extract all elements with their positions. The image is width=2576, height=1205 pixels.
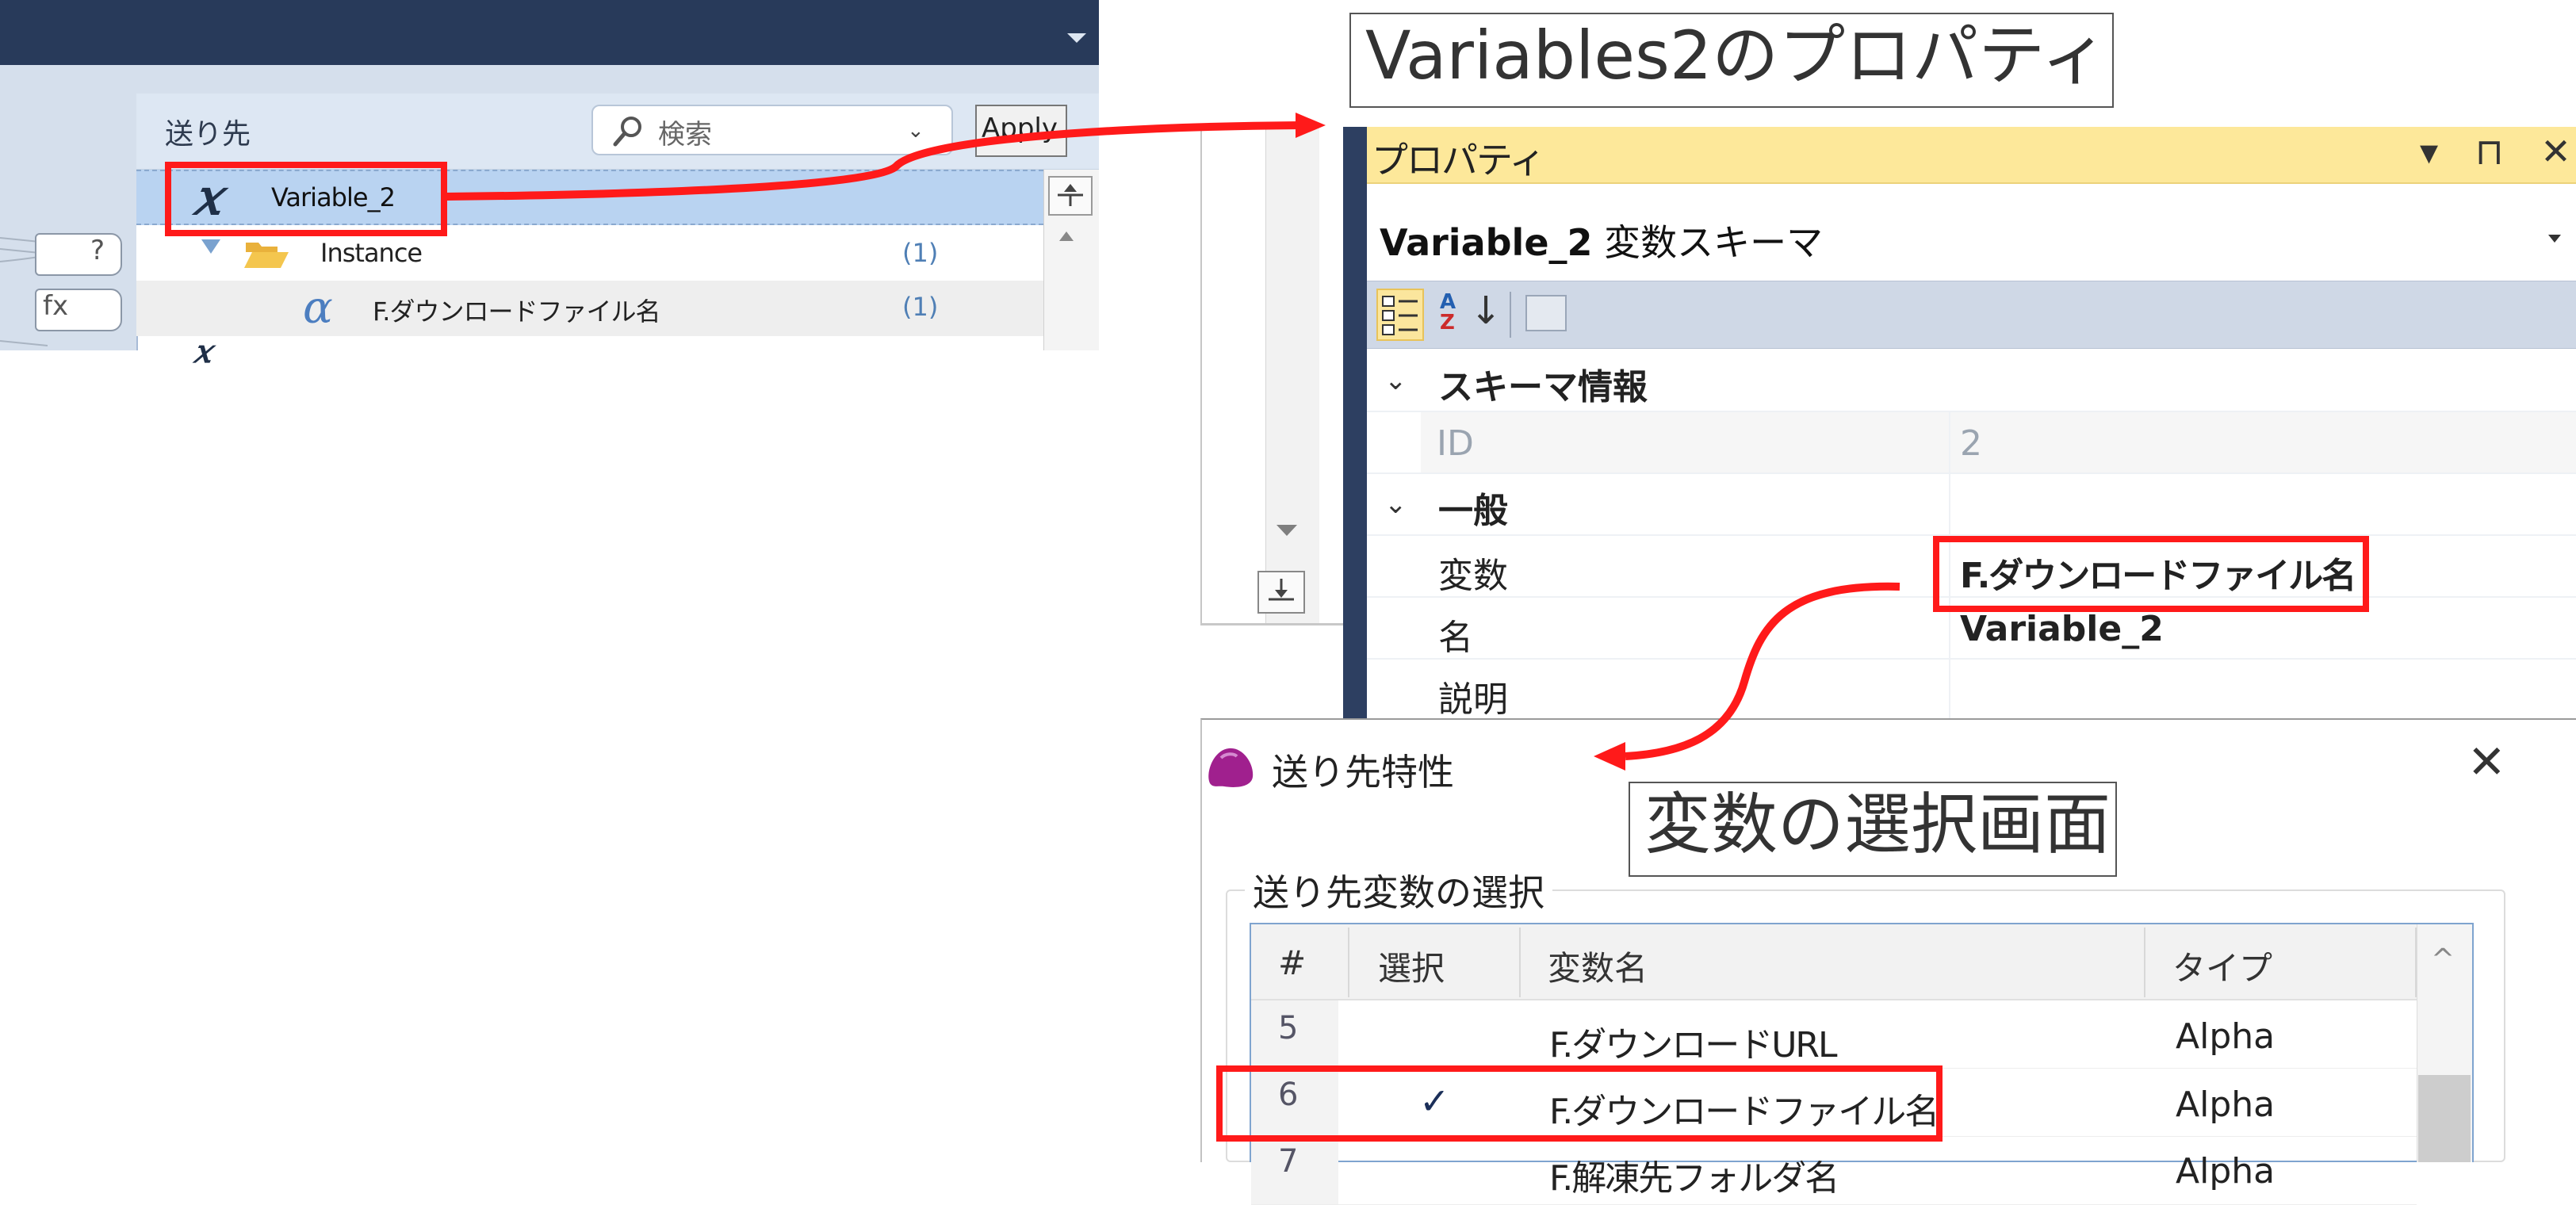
destination-label: 送り先 bbox=[165, 118, 251, 151]
unknown-input-tag[interactable]: ? bbox=[35, 233, 122, 276]
window-controls[interactable]: ▾ ⊓ ✕ bbox=[2420, 130, 2576, 173]
row-number: 7 bbox=[1278, 1143, 1299, 1180]
column-header-number[interactable]: # bbox=[1278, 943, 1306, 982]
tree-item-count: (1) bbox=[902, 292, 939, 322]
category-row-general[interactable]: ⌄ 一般 bbox=[1367, 474, 2576, 536]
close-icon[interactable]: ✕ bbox=[2467, 739, 2506, 785]
dock-strip bbox=[1343, 127, 1367, 720]
panel-menu-icon[interactable] bbox=[1067, 33, 1086, 43]
property-value: Variable_2 bbox=[1960, 609, 2164, 649]
alpha-type-icon: α bbox=[303, 282, 333, 334]
column-separator bbox=[2144, 928, 2145, 997]
scroll-to-bottom-button[interactable] bbox=[1257, 571, 1305, 614]
panel-titlebar bbox=[0, 0, 1099, 65]
category-label: スキーマ情報 bbox=[1438, 367, 1648, 407]
dialog-title: 送り先特性 bbox=[1272, 751, 1454, 794]
scroll-up-arrow-icon[interactable] bbox=[1059, 231, 1074, 241]
property-name: 名 bbox=[1438, 618, 1473, 658]
tree-item-count: (1) bbox=[902, 238, 939, 268]
chevron-down-icon[interactable]: ⌄ bbox=[1384, 365, 1407, 396]
search-icon bbox=[613, 117, 641, 147]
search-input[interactable] bbox=[591, 105, 953, 155]
expand-triangle-icon[interactable] bbox=[201, 239, 220, 254]
variable-name-cell: F.ダウンロードURL bbox=[1549, 1025, 1838, 1065]
type-cell: Alpha bbox=[2176, 1084, 2276, 1125]
property-name: ID bbox=[1437, 423, 1474, 464]
highlight-box-variable-2 bbox=[165, 162, 447, 236]
apply-button[interactable]: Apply bbox=[975, 105, 1067, 157]
group-label: 送り先変数の選択 bbox=[1245, 864, 1552, 916]
row-number: 5 bbox=[1278, 1010, 1299, 1046]
function-tag[interactable]: fx bbox=[35, 289, 122, 331]
categorized-icon bbox=[1382, 296, 1418, 335]
properties-titlebar bbox=[1367, 127, 2576, 184]
column-separator bbox=[1348, 928, 1349, 997]
dialog-app-icon bbox=[1208, 748, 1254, 787]
property-name: 説明 bbox=[1438, 679, 1508, 720]
scroll-down-arrow-icon[interactable] bbox=[1277, 525, 1297, 536]
scroll-up-icon[interactable]: ^ bbox=[2431, 943, 2455, 976]
property-pages-icon[interactable] bbox=[1525, 295, 1567, 331]
chevron-down-icon[interactable]: ⌄ bbox=[1384, 488, 1407, 520]
column-header-select[interactable]: 選択 bbox=[1378, 942, 1445, 990]
property-row-id[interactable]: ID 2 bbox=[1367, 412, 2576, 474]
chevron-down-icon[interactable] bbox=[2548, 235, 2561, 243]
tree-item-label: F.ダウンロードファイル名 bbox=[373, 296, 660, 327]
scroll-top-icon bbox=[1058, 184, 1083, 206]
tree-item-label: Instance bbox=[320, 238, 423, 268]
open-folder-icon bbox=[244, 243, 289, 268]
column-separator bbox=[1519, 928, 1521, 997]
highlight-box-variable-value bbox=[1933, 536, 2369, 612]
sort-arrow-icon: ↓ bbox=[1470, 289, 1502, 333]
column-header-variable-name[interactable]: 変数名 bbox=[1548, 942, 1648, 990]
highlight-box-selected-row bbox=[1216, 1065, 1943, 1142]
type-cell: Alpha bbox=[2176, 1151, 2276, 1192]
properties-title: プロパティ bbox=[1372, 139, 1545, 182]
scroll-bottom-icon bbox=[1269, 579, 1294, 601]
scrollbar-thumb[interactable] bbox=[2418, 1075, 2471, 1162]
category-label: 一般 bbox=[1438, 491, 1508, 531]
object-selector-text: Variable_2 変数スキーマ bbox=[1380, 214, 1823, 266]
canvas-scrollbar[interactable] bbox=[1265, 127, 1319, 623]
object-name: Variable_2 bbox=[1380, 221, 1593, 264]
type-cell: Alpha bbox=[2176, 1016, 2276, 1057]
sort-letter-a: A bbox=[1440, 290, 1456, 314]
search-dropdown-icon[interactable]: ⌄ bbox=[907, 119, 924, 143]
scroll-to-top-button[interactable] bbox=[1048, 176, 1093, 216]
property-name: 変数 bbox=[1438, 556, 1508, 596]
divider bbox=[1200, 623, 1343, 625]
object-type: 変数スキーマ bbox=[1604, 221, 1824, 264]
variable-name-cell: F.解凍先フォルダ名 bbox=[1549, 1158, 1839, 1199]
categorized-view-button[interactable] bbox=[1376, 289, 1424, 341]
variable-icon: 𝑥 bbox=[193, 333, 212, 370]
toolbar-separator bbox=[1510, 292, 1511, 338]
category-row-schema[interactable]: ⌄ スキーマ情報 bbox=[1367, 350, 2576, 412]
search-placeholder: 検索 bbox=[658, 119, 712, 151]
property-value: 2 bbox=[1960, 423, 1982, 464]
column-header-type[interactable]: タイプ bbox=[2172, 942, 2272, 990]
caption-properties: Variables2のプロパティ bbox=[1349, 13, 2114, 108]
property-row-description[interactable]: 説明 bbox=[1367, 660, 2576, 721]
alphabetical-sort-icon[interactable]: A Z bbox=[1440, 292, 1456, 333]
sort-letter-z: Z bbox=[1440, 311, 1455, 335]
caption-selection-screen: 変数の選択画面 bbox=[1629, 782, 2117, 877]
